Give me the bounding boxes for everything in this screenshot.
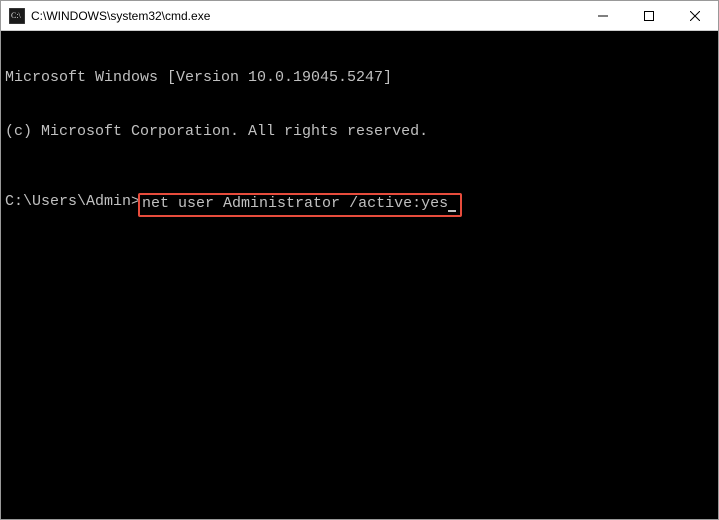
terminal-area[interactable]: Microsoft Windows [Version 10.0.19045.52…: [1, 31, 718, 519]
minimize-button[interactable]: [580, 1, 626, 30]
command-text: net user Administrator /active:yes: [142, 195, 448, 212]
prompt-path: C:\Users\Admin>: [5, 193, 140, 211]
window-title: C:\WINDOWS\system32\cmd.exe: [31, 9, 580, 23]
maximize-button[interactable]: [626, 1, 672, 30]
cmd-icon: C:\: [9, 8, 25, 24]
banner-line-1: Microsoft Windows [Version 10.0.19045.52…: [5, 69, 714, 87]
banner-line-2: (c) Microsoft Corporation. All rights re…: [5, 123, 714, 141]
highlighted-command: net user Administrator /active:yes: [138, 193, 462, 217]
cursor: [448, 210, 456, 212]
title-bar[interactable]: C:\ C:\WINDOWS\system32\cmd.exe: [1, 1, 718, 31]
close-button[interactable]: [672, 1, 718, 30]
prompt-line: C:\Users\Admin>net user Administrator /a…: [5, 193, 714, 217]
window-controls: [580, 1, 718, 30]
svg-text:C:\: C:\: [11, 11, 22, 20]
